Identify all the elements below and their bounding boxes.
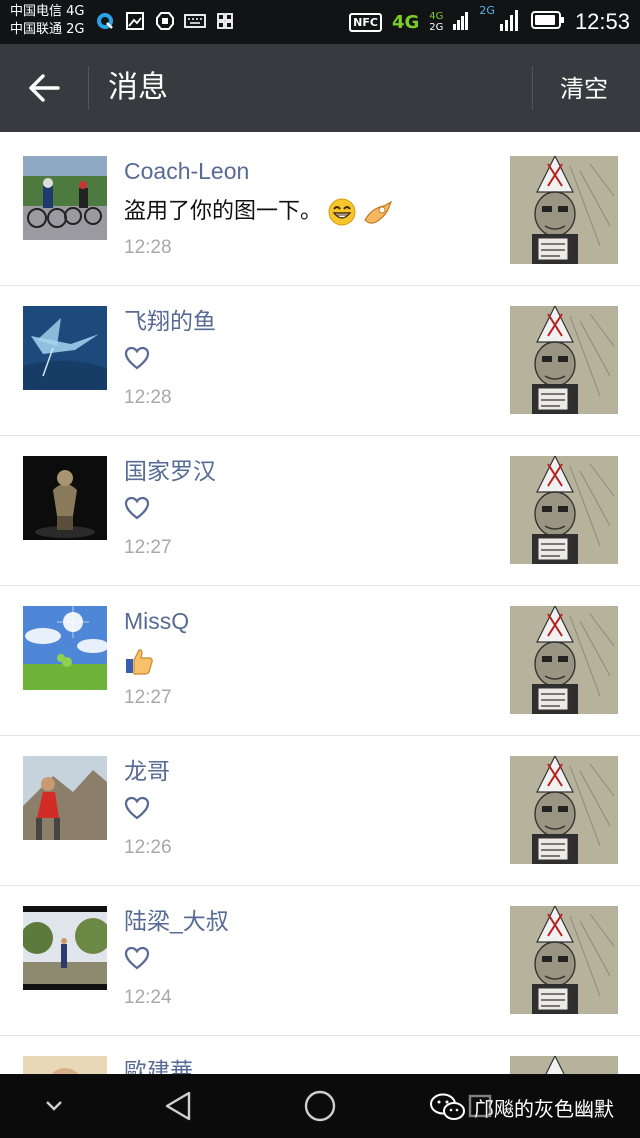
message-time: 12:27 (124, 537, 172, 558)
avatar[interactable] (23, 756, 107, 840)
qq-browser-icon (94, 10, 116, 32)
title-divider-left (88, 66, 89, 110)
watermark: 邝飚的灰色幽默 (430, 1091, 614, 1123)
grin-face-icon (328, 198, 356, 226)
network-stack: 4G 2G (429, 11, 444, 33)
collapse-button[interactable] (34, 1086, 74, 1126)
recents-square-icon (468, 1094, 492, 1118)
sender-name[interactable]: 龙哥 (124, 756, 170, 786)
post-thumbnail[interactable] (510, 756, 618, 864)
notification-icons (94, 10, 236, 32)
carrier-info: 中国电信 4G 中国联通 2G (10, 3, 84, 39)
page-title: 消息 (108, 70, 168, 105)
avatar[interactable] (23, 906, 107, 990)
gallery-icon (124, 10, 146, 32)
message-time: 12:28 (124, 387, 172, 408)
heart-icon (124, 496, 150, 520)
carrier-2: 中国联通 2G (10, 22, 85, 37)
list-item[interactable]: 龙哥 12:26 (0, 736, 640, 886)
network-2g-label: 2G (479, 4, 495, 17)
post-thumbnail[interactable] (510, 456, 618, 564)
message-time: 12:28 (124, 237, 172, 258)
heart-icon (124, 946, 150, 970)
comment-text: 盗用了你的图一下。 (124, 199, 323, 224)
ok-hand-icon (364, 200, 393, 224)
list-item[interactable]: 飞翔的鱼 12:28 (0, 286, 640, 436)
back-button[interactable] (24, 70, 64, 106)
home-circle-icon (304, 1090, 336, 1122)
status-time: 12:53 (574, 9, 630, 34)
home-button[interactable] (300, 1086, 340, 1126)
post-thumbnail[interactable] (510, 306, 618, 414)
network-4g-label: 4G (391, 11, 420, 33)
sender-name[interactable]: 飞翔的鱼 (124, 306, 216, 336)
heart-icon (124, 346, 150, 370)
message-time: 12:24 (124, 987, 172, 1008)
list-item[interactable]: MissQ 12:27 (0, 586, 640, 736)
status-right: NFC 4G 4G 2G 2G 12:53 (349, 4, 630, 38)
chevron-down-icon (46, 1101, 62, 1111)
avatar[interactable] (23, 1056, 107, 1074)
recents-button[interactable] (460, 1086, 500, 1126)
message-like (124, 946, 150, 970)
list-item[interactable]: 国家罗汉 12:27 (0, 436, 640, 586)
battery-icon (530, 10, 565, 34)
nfc-icon: NFC (349, 12, 382, 32)
signal-1-icon (453, 10, 469, 34)
back-arrow-icon (29, 74, 60, 102)
message-list[interactable]: Coach-Leon 盗用了你的图一下。 12:28 飞翔的鱼 12:28 国家… (0, 136, 640, 1074)
app-icon (214, 10, 236, 32)
clear-button[interactable]: 清空 (560, 74, 608, 104)
message-like (124, 496, 150, 520)
back-triangle-icon (165, 1091, 191, 1121)
avatar[interactable] (23, 156, 107, 240)
list-item[interactable]: 歐建華 (0, 1036, 640, 1074)
post-thumbnail[interactable] (510, 1056, 618, 1074)
avatar[interactable] (23, 606, 107, 690)
sender-name[interactable]: Coach-Leon (124, 156, 249, 186)
navigation-bar: 邝飚的灰色幽默 (0, 1074, 640, 1138)
signal-2-icon (499, 9, 521, 35)
message-like (124, 796, 150, 820)
message-time: 12:27 (124, 687, 172, 708)
message-comment: 盗用了你的图一下。 (124, 196, 394, 228)
keyboard-icon (184, 10, 206, 32)
carrier-1: 中国电信 4G (10, 4, 85, 19)
security-icon (154, 10, 176, 32)
message-like (124, 346, 150, 370)
sender-name[interactable]: 陆梁_大叔 (124, 906, 229, 936)
nav-back-button[interactable] (158, 1086, 198, 1126)
list-item[interactable]: 陆梁_大叔 12:24 (0, 886, 640, 1036)
post-thumbnail[interactable] (510, 906, 618, 1014)
sender-name[interactable]: 歐建華 (124, 1056, 193, 1074)
status-bar: 中国电信 4G 中国联通 2G NFC 4G 4G 2G 2G 12:53 (0, 0, 640, 44)
message-time: 12:26 (124, 837, 172, 858)
message-emoji (124, 646, 154, 676)
heart-icon (124, 796, 150, 820)
sender-name[interactable]: MissQ (124, 606, 189, 636)
post-thumbnail[interactable] (510, 156, 618, 264)
title-bar: 消息 清空 (0, 44, 640, 132)
sender-name[interactable]: 国家罗汉 (124, 456, 216, 486)
avatar[interactable] (23, 306, 107, 390)
thumbs-up-icon (126, 649, 153, 675)
list-item[interactable]: Coach-Leon 盗用了你的图一下。 12:28 (0, 136, 640, 286)
avatar[interactable] (23, 456, 107, 540)
title-divider-right (532, 66, 533, 110)
post-thumbnail[interactable] (510, 606, 618, 714)
